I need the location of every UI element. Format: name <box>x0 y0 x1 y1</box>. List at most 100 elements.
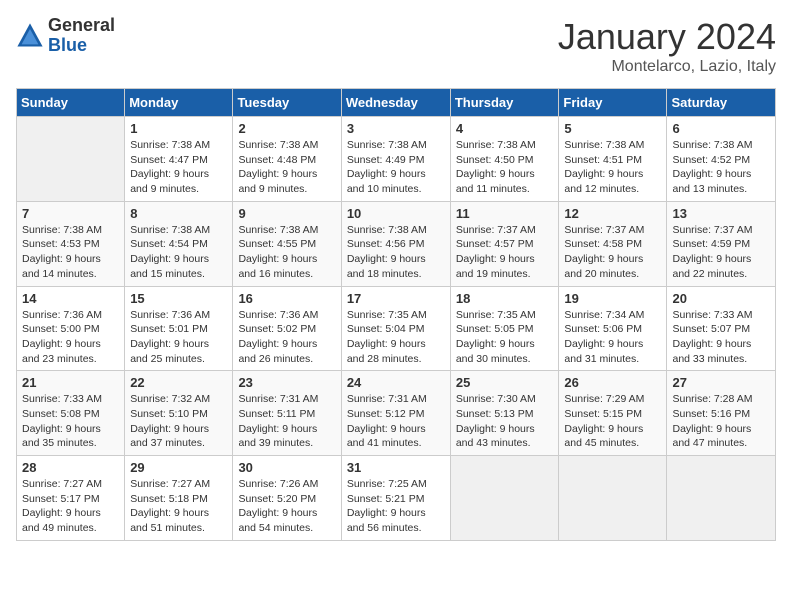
day-info: Sunrise: 7:38 AM Sunset: 4:51 PM Dayligh… <box>564 138 661 197</box>
calendar-cell: 1Sunrise: 7:38 AM Sunset: 4:47 PM Daylig… <box>125 117 233 202</box>
day-number: 2 <box>238 121 335 136</box>
day-info: Sunrise: 7:38 AM Sunset: 4:56 PM Dayligh… <box>347 223 445 282</box>
calendar-cell: 23 Sunrise: 7:31 AM Sunset: 5:11 PM Dayli… <box>233 371 341 456</box>
day-info: Sunrise: 7:28 AM Sunset: 5:16 PM Dayligh… <box>672 392 770 451</box>
logo-general: General <box>48 16 115 36</box>
calendar-cell: 7 Sunrise: 7:38 AM Sunset: 4:53 PM Daylig… <box>17 201 125 286</box>
day-number: 28 <box>22 460 119 475</box>
calendar-cell: 2 Sunrise: 7:38 AM Sunset: 4:48 PM Daylig… <box>233 117 341 202</box>
day-number: 5 <box>564 121 661 136</box>
day-info: Sunrise: 7:30 AM Sunset: 5:13 PM Dayligh… <box>456 392 554 451</box>
calendar-header: Sunday Monday Tuesday Wednesday Thursday… <box>17 89 776 117</box>
calendar-cell <box>667 456 776 541</box>
day-number: 26 <box>564 375 661 390</box>
day-number: 1 <box>130 121 227 136</box>
day-number: 25 <box>456 375 554 390</box>
day-info: Sunrise: 7:36 AM Sunset: 5:00 PM Dayligh… <box>22 308 119 367</box>
day-number: 16 <box>238 291 335 306</box>
day-number: 29 <box>130 460 227 475</box>
day-info: Sunrise: 7:27 AM Sunset: 5:18 PM Dayligh… <box>130 477 227 536</box>
calendar-cell: 12 Sunrise: 7:37 AM Sunset: 4:58 PM Dayli… <box>559 201 667 286</box>
day-info: Sunrise: 7:37 AM Sunset: 4:59 PM Dayligh… <box>672 223 770 282</box>
day-info: Sunrise: 7:38 AM Sunset: 4:52 PM Dayligh… <box>672 138 770 197</box>
calendar-cell: 10Sunrise: 7:38 AM Sunset: 4:56 PM Dayli… <box>341 201 450 286</box>
header-row: Sunday Monday Tuesday Wednesday Thursday… <box>17 89 776 117</box>
calendar-cell: 3Sunrise: 7:38 AM Sunset: 4:49 PM Daylig… <box>341 117 450 202</box>
day-info: Sunrise: 7:36 AM Sunset: 5:01 PM Dayligh… <box>130 308 227 367</box>
day-number: 17 <box>347 291 445 306</box>
day-info: Sunrise: 7:35 AM Sunset: 5:05 PM Dayligh… <box>456 308 554 367</box>
day-number: 20 <box>672 291 770 306</box>
day-number: 14 <box>22 291 119 306</box>
day-info: Sunrise: 7:31 AM Sunset: 5:12 PM Dayligh… <box>347 392 445 451</box>
day-info: Sunrise: 7:27 AM Sunset: 5:17 PM Dayligh… <box>22 477 119 536</box>
day-number: 7 <box>22 206 119 221</box>
logo-text: General Blue <box>48 16 115 56</box>
logo-icon <box>16 22 44 50</box>
calendar-week-3: 21 Sunrise: 7:33 AM Sunset: 5:08 PM Dayli… <box>17 371 776 456</box>
day-number: 31 <box>347 460 445 475</box>
day-info: Sunrise: 7:33 AM Sunset: 5:07 PM Dayligh… <box>672 308 770 367</box>
calendar-week-4: 28 Sunrise: 7:27 AM Sunset: 5:17 PM Dayli… <box>17 456 776 541</box>
header-tuesday: Tuesday <box>233 89 341 117</box>
calendar-cell: 31Sunrise: 7:25 AM Sunset: 5:21 PM Dayli… <box>341 456 450 541</box>
day-number: 30 <box>238 460 335 475</box>
day-number: 13 <box>672 206 770 221</box>
title-block: January 2024 Montelarco, Lazio, Italy <box>558 16 776 76</box>
header-saturday: Saturday <box>667 89 776 117</box>
calendar-week-0: 1Sunrise: 7:38 AM Sunset: 4:47 PM Daylig… <box>17 117 776 202</box>
calendar-cell: 9 Sunrise: 7:38 AM Sunset: 4:55 PM Daylig… <box>233 201 341 286</box>
logo: General Blue <box>16 16 115 56</box>
day-number: 18 <box>456 291 554 306</box>
calendar-cell: 19Sunrise: 7:34 AM Sunset: 5:06 PM Dayli… <box>559 286 667 371</box>
calendar-cell: 18 Sunrise: 7:35 AM Sunset: 5:05 PM Dayli… <box>450 286 559 371</box>
header-monday: Monday <box>125 89 233 117</box>
calendar-week-2: 14 Sunrise: 7:36 AM Sunset: 5:00 PM Dayli… <box>17 286 776 371</box>
day-number: 4 <box>456 121 554 136</box>
calendar-cell: 6Sunrise: 7:38 AM Sunset: 4:52 PM Daylig… <box>667 117 776 202</box>
day-info: Sunrise: 7:38 AM Sunset: 4:53 PM Dayligh… <box>22 223 119 282</box>
calendar-cell: 16Sunrise: 7:36 AM Sunset: 5:02 PM Dayli… <box>233 286 341 371</box>
calendar-cell: 21 Sunrise: 7:33 AM Sunset: 5:08 PM Dayli… <box>17 371 125 456</box>
day-info: Sunrise: 7:29 AM Sunset: 5:15 PM Dayligh… <box>564 392 661 451</box>
day-info: Sunrise: 7:38 AM Sunset: 4:50 PM Dayligh… <box>456 138 554 197</box>
calendar-cell: 13 Sunrise: 7:37 AM Sunset: 4:59 PM Dayli… <box>667 201 776 286</box>
calendar-cell: 5 Sunrise: 7:38 AM Sunset: 4:51 PM Daylig… <box>559 117 667 202</box>
calendar-cell: 25 Sunrise: 7:30 AM Sunset: 5:13 PM Dayli… <box>450 371 559 456</box>
calendar-cell: 4 Sunrise: 7:38 AM Sunset: 4:50 PM Daylig… <box>450 117 559 202</box>
day-info: Sunrise: 7:38 AM Sunset: 4:54 PM Dayligh… <box>130 223 227 282</box>
day-number: 15 <box>130 291 227 306</box>
day-info: Sunrise: 7:33 AM Sunset: 5:08 PM Dayligh… <box>22 392 119 451</box>
day-number: 9 <box>238 206 335 221</box>
calendar-cell: 27 Sunrise: 7:28 AM Sunset: 5:16 PM Dayli… <box>667 371 776 456</box>
day-number: 24 <box>347 375 445 390</box>
day-number: 27 <box>672 375 770 390</box>
calendar-body: 1Sunrise: 7:38 AM Sunset: 4:47 PM Daylig… <box>17 117 776 541</box>
month-title: January 2024 <box>558 16 776 58</box>
calendar-cell: 11 Sunrise: 7:37 AM Sunset: 4:57 PM Dayli… <box>450 201 559 286</box>
day-info: Sunrise: 7:31 AM Sunset: 5:11 PM Dayligh… <box>238 392 335 451</box>
day-info: Sunrise: 7:35 AM Sunset: 5:04 PM Dayligh… <box>347 308 445 367</box>
day-number: 23 <box>238 375 335 390</box>
day-number: 22 <box>130 375 227 390</box>
day-info: Sunrise: 7:37 AM Sunset: 4:57 PM Dayligh… <box>456 223 554 282</box>
day-info: Sunrise: 7:38 AM Sunset: 4:55 PM Dayligh… <box>238 223 335 282</box>
calendar-cell <box>17 117 125 202</box>
day-info: Sunrise: 7:38 AM Sunset: 4:48 PM Dayligh… <box>238 138 335 197</box>
day-number: 12 <box>564 206 661 221</box>
calendar-table: Sunday Monday Tuesday Wednesday Thursday… <box>16 88 776 541</box>
calendar-cell: 22 Sunrise: 7:32 AM Sunset: 5:10 PM Dayli… <box>125 371 233 456</box>
day-number: 21 <box>22 375 119 390</box>
calendar-cell: 28 Sunrise: 7:27 AM Sunset: 5:17 PM Dayli… <box>17 456 125 541</box>
day-number: 19 <box>564 291 661 306</box>
logo-blue: Blue <box>48 36 115 56</box>
day-number: 11 <box>456 206 554 221</box>
day-info: Sunrise: 7:37 AM Sunset: 4:58 PM Dayligh… <box>564 223 661 282</box>
day-info: Sunrise: 7:32 AM Sunset: 5:10 PM Dayligh… <box>130 392 227 451</box>
day-number: 8 <box>130 206 227 221</box>
calendar-cell: 14 Sunrise: 7:36 AM Sunset: 5:00 PM Dayli… <box>17 286 125 371</box>
calendar-cell: 20 Sunrise: 7:33 AM Sunset: 5:07 PM Dayli… <box>667 286 776 371</box>
day-info: Sunrise: 7:26 AM Sunset: 5:20 PM Dayligh… <box>238 477 335 536</box>
header-wednesday: Wednesday <box>341 89 450 117</box>
header-friday: Friday <box>559 89 667 117</box>
